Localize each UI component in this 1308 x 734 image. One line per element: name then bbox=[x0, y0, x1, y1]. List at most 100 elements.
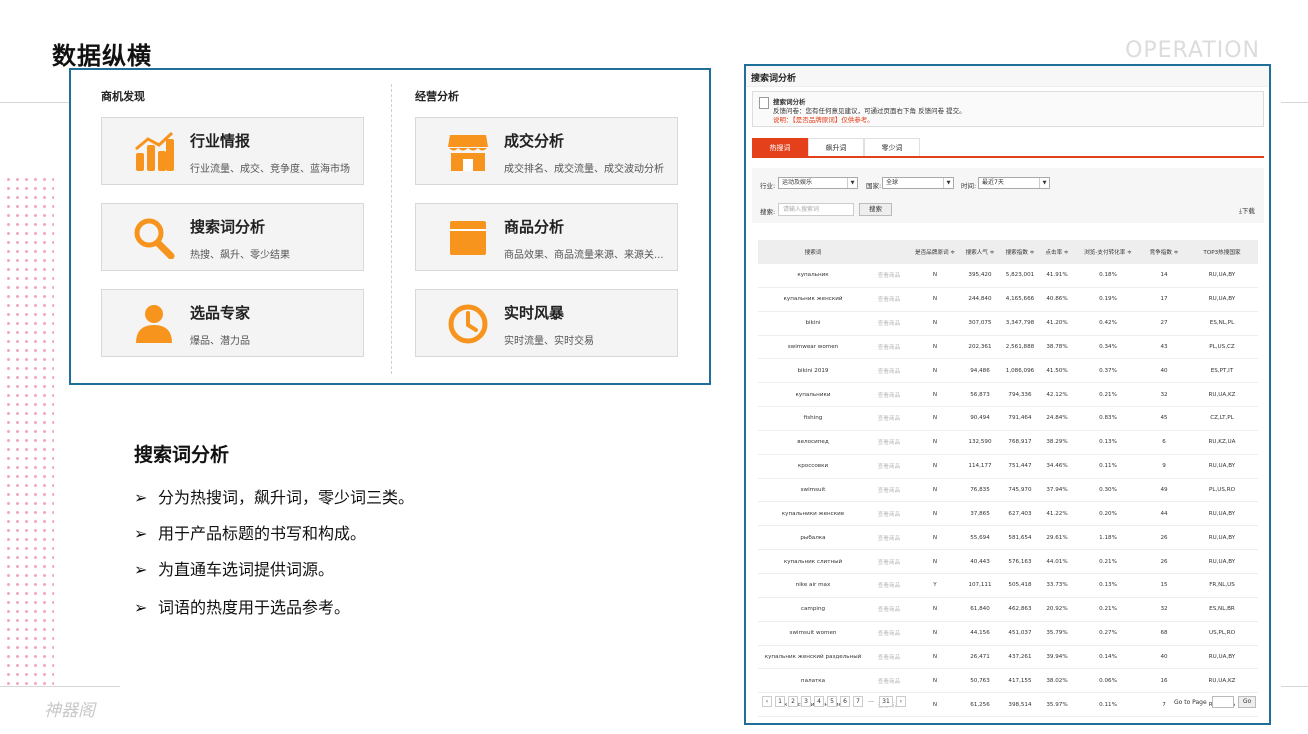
view-products-link[interactable]: 查看商品 bbox=[868, 478, 910, 503]
page-button[interactable]: 6 bbox=[840, 696, 850, 707]
search-button[interactable]: 搜索 bbox=[859, 203, 892, 216]
view-products-link[interactable]: 查看商品 bbox=[868, 335, 910, 360]
col-popularity[interactable]: 搜索人气 ≑ bbox=[960, 240, 1000, 264]
view-products-link[interactable]: 查看商品 bbox=[868, 311, 910, 336]
card-transaction-analysis[interactable]: 成交分析 成交排名、成交流量、成交波动分析 bbox=[415, 117, 678, 185]
watermark: 神器阁 bbox=[44, 701, 95, 721]
view-products-link[interactable]: 查看商品 bbox=[868, 573, 910, 598]
view-products-link[interactable]: 查看商品 bbox=[868, 358, 910, 384]
view-products-link[interactable]: 查看商品 bbox=[868, 621, 910, 646]
competition-cell: 26 bbox=[1142, 549, 1186, 574]
bullet-section-title: 搜索词分析 bbox=[134, 444, 230, 466]
view-products-link[interactable]: 查看商品 bbox=[868, 406, 910, 431]
page-button-last[interactable]: 31 bbox=[879, 696, 893, 707]
brand-cell: N bbox=[910, 264, 960, 288]
ctr-cell: 33.73% bbox=[1040, 573, 1074, 598]
download-link[interactable]: ⤓下载 bbox=[1239, 205, 1255, 216]
popularity-cell: 37,865 bbox=[960, 501, 1000, 527]
keyword-cell: палатка bbox=[758, 668, 868, 694]
notice-explanation: 说明：【是否品牌原词】仅供参考。 bbox=[773, 116, 874, 124]
table-row: nike air max 查看商品 Y 107,111 505,418 33.73% 0.1… bbox=[758, 573, 1258, 598]
tab-zero-few[interactable]: 零少词 bbox=[864, 138, 920, 156]
ctr-cell: 38.02% bbox=[1040, 668, 1074, 694]
card-product-selection-expert[interactable]: 选品专家 爆品、潜力品 bbox=[101, 289, 364, 357]
card-search-term-analysis[interactable]: 搜索词分析 热搜、飙升、零少结果 bbox=[101, 203, 364, 271]
search-input[interactable]: 请输入搜索词 bbox=[778, 203, 854, 216]
page-button[interactable]: 1 bbox=[775, 696, 785, 707]
col-conversion[interactable]: 浏览-支付转化率 ≑ bbox=[1074, 240, 1142, 264]
col-keyword[interactable]: 搜索词 bbox=[758, 240, 868, 264]
brand-cell: N bbox=[910, 478, 960, 503]
index-cell: 437,261 bbox=[1000, 645, 1040, 670]
page-button[interactable]: 3 bbox=[801, 696, 811, 707]
view-products-link[interactable]: 查看商品 bbox=[868, 668, 910, 694]
card-realtime-storm[interactable]: 实时风暴 实时流量、实时交易 bbox=[415, 289, 678, 357]
view-products-link[interactable]: 查看商品 bbox=[868, 525, 910, 551]
document-icon bbox=[759, 97, 769, 109]
competition-cell: 40 bbox=[1142, 645, 1186, 670]
table-row: camping 查看商品 N 61,840 462,863 20.92% 0.21% 32 ES… bbox=[758, 597, 1258, 622]
brand-cell: N bbox=[910, 645, 960, 670]
view-products-link[interactable]: 查看商品 bbox=[868, 645, 910, 670]
page-button[interactable]: 4 bbox=[814, 696, 824, 707]
view-products-link[interactable]: 查看商品 bbox=[868, 716, 910, 723]
country-value: 全球 bbox=[886, 179, 899, 186]
table-row: swimsuit women 查看商品 N 44,156 451,037 35.79% 0.… bbox=[758, 621, 1258, 646]
col-brand[interactable]: 是否品牌原词 ≑ bbox=[910, 240, 960, 264]
top3-cell: RU,UA,BY bbox=[1186, 287, 1258, 312]
card-product-analysis[interactable]: 商品分析 商品效果、商品流量来源、来源关... bbox=[415, 203, 678, 271]
page-title: 数据纵横 bbox=[52, 42, 152, 70]
index-cell: 768,917 bbox=[1000, 430, 1040, 455]
table-row: купальники женские 查看商品 N 37,865 627,403 41.2… bbox=[758, 501, 1258, 527]
goto-page-input[interactable] bbox=[1212, 696, 1234, 708]
brand-cell: N bbox=[910, 716, 960, 723]
table-row: купальник 查看商品 N 395,420 5,823,001 41.91% 0.18… bbox=[758, 264, 1258, 288]
tab-hot-search[interactable]: 热搜词 bbox=[752, 138, 808, 156]
view-products-link[interactable]: 查看商品 bbox=[868, 430, 910, 455]
arrow-bullet-icon: ➢ bbox=[134, 598, 148, 617]
conversion-cell: 0.11% bbox=[1074, 454, 1142, 479]
prev-page-button[interactable]: ‹ bbox=[762, 696, 772, 707]
table-row: купальник женский раздельный 查看商品 N 26,471 4… bbox=[758, 645, 1258, 670]
card-industry-intel[interactable]: 行业情报 行业流量、成交、竞争度、蓝海市场 bbox=[101, 117, 364, 185]
popularity-cell: 55,694 bbox=[960, 525, 1000, 551]
bullet-item: ➢ 为直通车选词提供词源。 bbox=[134, 556, 334, 580]
tab-rising[interactable]: 飙升词 bbox=[808, 138, 864, 156]
keyword-cell: bikini bbox=[758, 311, 868, 336]
index-cell: 398,514 bbox=[1000, 692, 1040, 718]
section-heading-operation: 经营分析 bbox=[415, 90, 459, 103]
view-products-link[interactable]: 查看商品 bbox=[868, 597, 910, 622]
col-ctr[interactable]: 点击率 ≑ bbox=[1040, 240, 1074, 264]
brand-cell: N bbox=[910, 311, 960, 336]
col-index[interactable]: 搜索指数 ≑ bbox=[1000, 240, 1040, 264]
page-button[interactable]: 7 bbox=[853, 696, 863, 707]
time-select[interactable]: 最近7天 ▼ bbox=[978, 177, 1050, 189]
operation-label: OPERATION bbox=[1125, 38, 1260, 63]
competition-cell: 9 bbox=[1142, 454, 1186, 479]
brand-cell: N bbox=[910, 501, 960, 527]
keyword-cell: fishing bbox=[758, 406, 868, 431]
industry-select[interactable]: 运动及娱乐 ▼ bbox=[778, 177, 858, 189]
view-products-link[interactable]: 查看商品 bbox=[868, 287, 910, 312]
conversion-cell: 0.41% bbox=[1074, 716, 1142, 723]
table-row: рыбалка 查看商品 N 55,694 581,654 29.61% 1.18% 26 RU… bbox=[758, 525, 1258, 551]
page-button[interactable]: 2 bbox=[788, 696, 798, 707]
view-products-link[interactable]: 查看商品 bbox=[868, 382, 910, 408]
col-competition[interactable]: 竞争指数 ≑ bbox=[1142, 240, 1186, 264]
view-products-link[interactable]: 查看商品 bbox=[868, 501, 910, 527]
ctr-cell: 29.61% bbox=[1040, 525, 1074, 551]
keyword-table: 搜索词 是否品牌原词 ≑ 搜索人气 ≑ 搜索指数 ≑ 点击率 ≑ 浏览-支付转化… bbox=[758, 240, 1258, 723]
popularity-cell: 90,494 bbox=[960, 406, 1000, 431]
view-products-link[interactable]: 查看商品 bbox=[868, 454, 910, 479]
tab-bar: 热搜词 飙升词 零少词 bbox=[752, 138, 1264, 158]
top3-cell: RU,UA,KZ bbox=[1186, 382, 1258, 408]
view-products-link[interactable]: 查看商品 bbox=[868, 264, 910, 288]
ctr-cell: 38.29% bbox=[1040, 430, 1074, 455]
brand-cell: N bbox=[910, 335, 960, 360]
page-button[interactable]: 5 bbox=[827, 696, 837, 707]
competition-cell: 68 bbox=[1142, 621, 1186, 646]
go-button[interactable]: Go bbox=[1238, 696, 1256, 708]
next-page-button[interactable]: › bbox=[896, 696, 906, 707]
view-products-link[interactable]: 查看商品 bbox=[868, 549, 910, 574]
country-select[interactable]: 全球 ▼ bbox=[882, 177, 954, 189]
